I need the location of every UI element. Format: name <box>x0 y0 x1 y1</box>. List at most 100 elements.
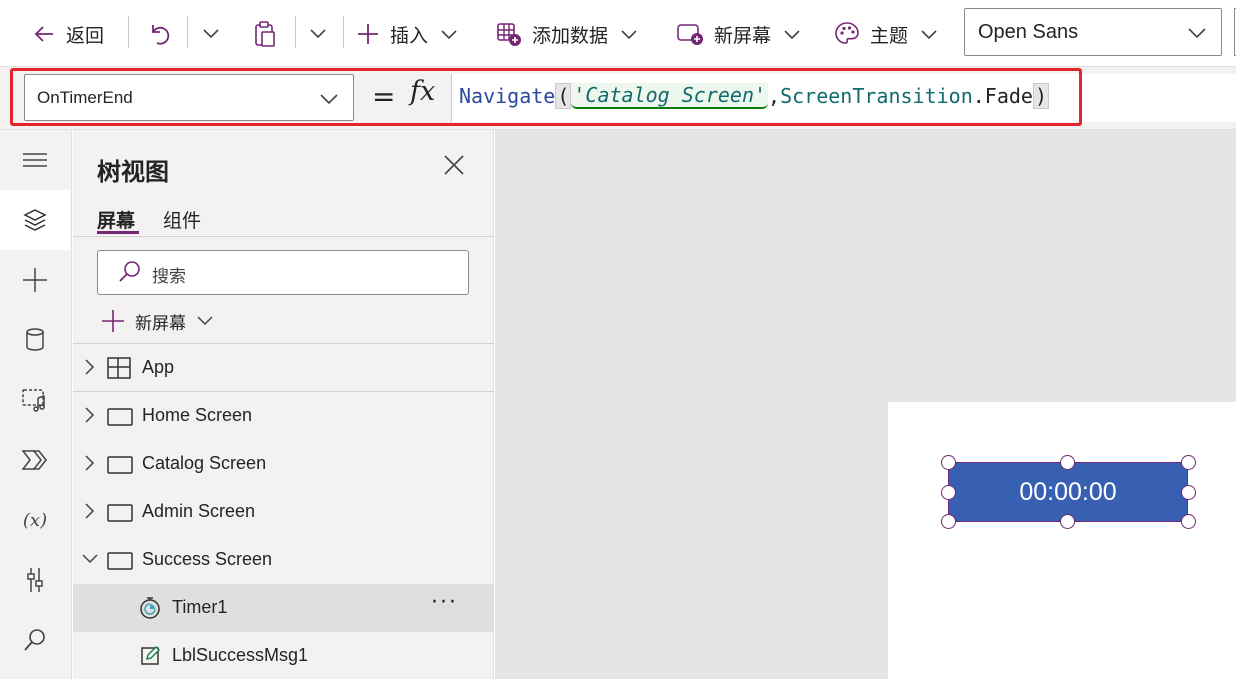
app-icon <box>107 357 131 379</box>
chevron-down-icon <box>1188 28 1206 39</box>
property-dropdown-value: OnTimerEnd <box>37 88 133 107</box>
resize-handle-right[interactable] <box>1181 485 1196 500</box>
equals-sign: = <box>372 80 396 113</box>
tree-item-home-screen[interactable]: Home Screen <box>73 392 494 440</box>
toolbar-divider <box>343 16 344 48</box>
paste-dropdown-chevron-icon[interactable] <box>309 24 327 42</box>
resize-handle-left[interactable] <box>941 485 956 500</box>
back-arrow-icon <box>34 26 53 42</box>
tree-view-button[interactable] <box>0 190 70 250</box>
search-input[interactable]: 搜索 <box>97 250 469 295</box>
divider <box>73 236 494 237</box>
tree-item-app[interactable]: App <box>73 344 494 392</box>
formula-transition-member: Fade <box>984 84 1033 108</box>
tab-components[interactable]: 组件 <box>163 206 201 233</box>
formula-open-paren: ( <box>555 83 572 109</box>
chevron-right-icon[interactable] <box>83 358 97 376</box>
new-screen-icon <box>677 24 703 45</box>
database-icon <box>26 328 44 351</box>
plus-icon <box>102 310 124 332</box>
timer-control[interactable]: 00:00:00 <box>948 462 1188 522</box>
theme-button[interactable]: 主题 <box>834 14 938 54</box>
resize-handle-top[interactable] <box>1060 455 1075 470</box>
resize-handle-bottom-right[interactable] <box>1181 514 1196 529</box>
toolbar-divider <box>295 16 296 48</box>
screen-icon <box>107 504 133 522</box>
formula-function: Navigate <box>459 84 556 108</box>
back-label: 返回 <box>66 24 105 47</box>
property-dropdown[interactable]: OnTimerEnd <box>24 74 354 121</box>
table-add-icon <box>497 23 521 46</box>
resize-handle-bottom[interactable] <box>1060 514 1075 529</box>
chevron-down-icon <box>441 30 457 40</box>
media-rail-button[interactable] <box>0 370 70 430</box>
tree-item-admin-screen[interactable]: Admin Screen <box>73 488 494 536</box>
hamburger-menu-button[interactable] <box>0 130 70 190</box>
media-icon <box>22 389 45 412</box>
add-data-label: 添加数据 <box>532 24 609 47</box>
close-icon[interactable] <box>443 154 465 176</box>
tree-item-label: Catalog Screen <box>142 453 267 473</box>
screen-icon <box>107 408 133 426</box>
undo-dropdown-chevron-icon[interactable] <box>202 24 220 42</box>
search-rail-button[interactable] <box>0 610 70 670</box>
undo-button[interactable] <box>146 14 172 54</box>
left-rail: (x) <box>0 130 72 679</box>
back-button[interactable]: 返回 <box>32 14 104 54</box>
power-automate-rail-button[interactable] <box>0 430 70 490</box>
tree-item-lblsuccessmsg1[interactable]: LblSuccessMsg1 <box>73 632 494 679</box>
screen-icon <box>107 552 133 570</box>
formula-comma: , <box>768 84 781 108</box>
palette-icon <box>835 22 859 44</box>
formula-transition-object: ScreenTransition <box>780 84 973 108</box>
variables-rail-button[interactable]: (x) <box>0 490 70 550</box>
data-rail-button[interactable] <box>0 310 70 370</box>
tree-item-timer1[interactable]: Timer1 ··· <box>73 584 494 632</box>
search-icon <box>119 261 140 282</box>
formula-screen-argument: 'Catalog Screen' <box>571 83 769 109</box>
app-screen-preview[interactable] <box>888 402 1236 679</box>
timer-icon <box>140 597 160 619</box>
chevron-right-icon[interactable] <box>83 454 97 472</box>
tree-view-panel: 树视图 屏幕 组件 搜索 新屏幕 App Home Screen Catalog… <box>73 130 494 679</box>
toolbar-divider <box>187 16 188 48</box>
search-placeholder: 搜索 <box>152 267 186 287</box>
fx-icon[interactable]: fx <box>410 76 435 107</box>
insert-rail-button[interactable] <box>0 250 70 310</box>
toolbar-divider <box>128 16 129 48</box>
svg-text:(x): (x) <box>23 510 47 531</box>
paste-button[interactable] <box>252 14 278 54</box>
chevron-right-icon[interactable] <box>83 406 97 424</box>
new-screen-button[interactable]: 新屏幕 <box>676 14 801 54</box>
tools-icon <box>27 568 43 592</box>
resize-handle-bottom-left[interactable] <box>941 514 956 529</box>
chevron-down-icon <box>784 30 800 40</box>
panel-title: 树视图 <box>97 158 169 186</box>
advanced-tools-rail-button[interactable] <box>0 550 70 610</box>
insert-button[interactable]: 插入 <box>356 14 458 54</box>
formula-text: Navigate('Catalog Screen', ScreenTransiti… <box>459 83 1049 109</box>
new-screen-tree-label: 新屏幕 <box>135 313 186 334</box>
formula-input[interactable]: Navigate('Catalog Screen', ScreenTransiti… <box>451 74 1236 122</box>
undo-icon <box>152 25 170 45</box>
chevron-right-icon[interactable] <box>83 502 97 520</box>
insert-label: 插入 <box>390 24 429 47</box>
font-dropdown-value: Open Sans <box>978 21 1079 43</box>
chevron-down-icon <box>197 316 213 326</box>
formula-dot: . <box>972 84 985 108</box>
more-options-button[interactable]: ··· <box>431 590 458 615</box>
plus-icon <box>23 268 47 292</box>
resize-handle-top-left[interactable] <box>941 455 956 470</box>
tab-screens[interactable]: 屏幕 <box>97 206 135 233</box>
new-screen-tree-button[interactable]: 新屏幕 <box>101 306 214 336</box>
label-edit-icon <box>141 645 161 665</box>
clipboard-icon <box>255 21 275 47</box>
chevron-down-icon[interactable] <box>81 552 99 566</box>
resize-handle-top-right[interactable] <box>1181 455 1196 470</box>
variables-icon: (x) <box>23 510 47 531</box>
tree-item-success-screen[interactable]: Success Screen <box>73 536 494 584</box>
search-icon <box>24 629 45 651</box>
font-dropdown[interactable]: Open Sans <box>964 8 1222 56</box>
tree-item-catalog-screen[interactable]: Catalog Screen <box>73 440 494 488</box>
add-data-button[interactable]: 添加数据 <box>496 14 638 54</box>
